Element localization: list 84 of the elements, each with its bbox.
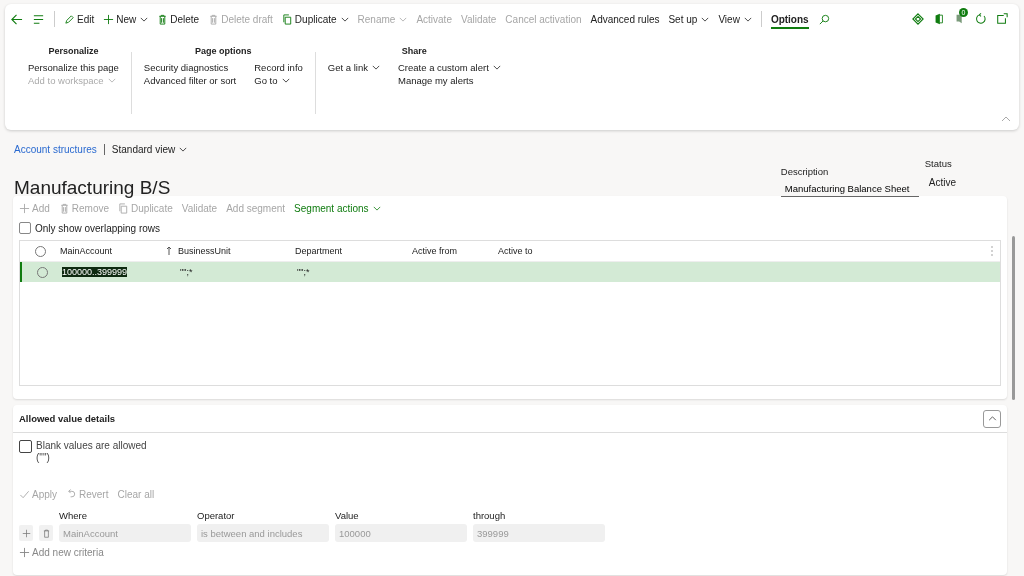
field-label: Status [924,158,953,169]
undo-icon [66,488,77,500]
search-icon[interactable] [817,12,831,26]
copy-icon [118,202,130,214]
trash-icon [208,13,220,25]
table-cell: 100000..399999 [62,267,128,277]
field-label: Description [780,166,830,177]
plus-icon [21,528,31,538]
toolbar-button[interactable]: Set up [668,9,710,29]
edit-button[interactable]: Edit [64,9,95,29]
page-title: Manufacturing B/S [14,178,171,196]
caret-icon [372,65,380,70]
toolbar-button[interactable]: Options [770,9,809,29]
copy-icon [281,13,293,25]
new-button[interactable]: New [103,9,149,29]
caret-icon [107,78,116,83]
back-arrow-icon[interactable] [10,12,23,26]
caret-icon [140,16,149,22]
menu-icon[interactable] [32,12,45,26]
checkbox[interactable] [19,222,31,234]
column-header[interactable]: Department [295,246,343,256]
caret-icon [399,16,408,22]
toolbar-button[interactable]: Segment actions [294,200,381,216]
collapse-button[interactable] [983,409,1001,428]
add-criteria-link[interactable]: Add new criteria [19,547,104,558]
caret-icon [701,16,710,22]
column-header: Where [59,510,88,521]
table-cell: "";* [297,267,310,277]
toolbar-button[interactable]: Advanced rules [590,9,660,29]
copy-button[interactable]: Duplicate [281,9,349,29]
plus-icon [103,13,115,25]
column-header: Operator [197,510,236,521]
trash-icon [58,202,70,214]
popout-icon[interactable] [996,13,1008,25]
column-header[interactable]: BusinessUnit [178,246,231,256]
delete-row-button[interactable] [39,525,53,541]
pencil-icon [64,13,75,25]
column-header: Value [335,510,360,521]
column-header[interactable]: Active from [412,246,457,256]
column-header[interactable]: Active to [498,246,533,256]
caret-icon [179,146,188,152]
column-header[interactable]: MainAccount [60,246,113,256]
view-selector[interactable]: Standard view [111,143,188,155]
trash-icon [157,13,169,25]
checkbox-label: Blank values are allowed [36,440,147,451]
scrollbar[interactable] [1012,236,1015,400]
refresh-icon[interactable] [975,13,987,25]
group-title: Share [401,46,427,56]
plus-icon [19,202,30,214]
collapse-icon[interactable] [1001,116,1011,122]
checkmark-icon [19,488,30,500]
action-link[interactable]: Go to [254,75,290,86]
status-value: Active [927,176,956,188]
action-link[interactable]: Create a custom alert [398,62,501,73]
caret-icon [372,205,381,211]
action-link[interactable]: Get a link [327,62,380,73]
checkbox-label: Only show overlapping rows [35,222,161,234]
group-title: Page options [195,46,252,56]
table-row[interactable]: 100000..399999 "";* "";* [20,262,1000,282]
add-row-button[interactable] [19,525,33,541]
document-icon[interactable] [933,13,945,25]
toolbar-button[interactable]: View [718,9,752,29]
diamond-icon[interactable] [912,13,924,25]
chevron-icon [987,416,997,421]
action-link[interactable]: Security diagnostics [143,62,229,73]
column-header: through [473,510,507,521]
checkbox[interactable] [19,440,32,453]
checkbox-note: ("") [36,452,51,463]
trash-icon [41,528,51,538]
action-link[interactable]: Manage my alerts [398,75,474,86]
caret-icon [281,78,290,83]
action-link[interactable]: Personalize this page [28,62,119,73]
action-link[interactable]: Advanced filter or sort [143,75,237,86]
section-title: Allowed value details [19,413,116,424]
table-cell: "";* [180,267,193,277]
breadcrumb-link[interactable]: Account structures [14,143,97,155]
plus-icon [19,547,30,558]
group-title: Personalize [48,46,99,56]
caret-icon [743,16,752,22]
caret-icon [492,65,501,70]
caret-icon [340,16,349,22]
delete-button[interactable]: Delete [157,9,200,29]
action-link[interactable]: Record info [254,62,303,73]
description-field[interactable]: Manufacturing Balance Sheet [780,181,919,197]
